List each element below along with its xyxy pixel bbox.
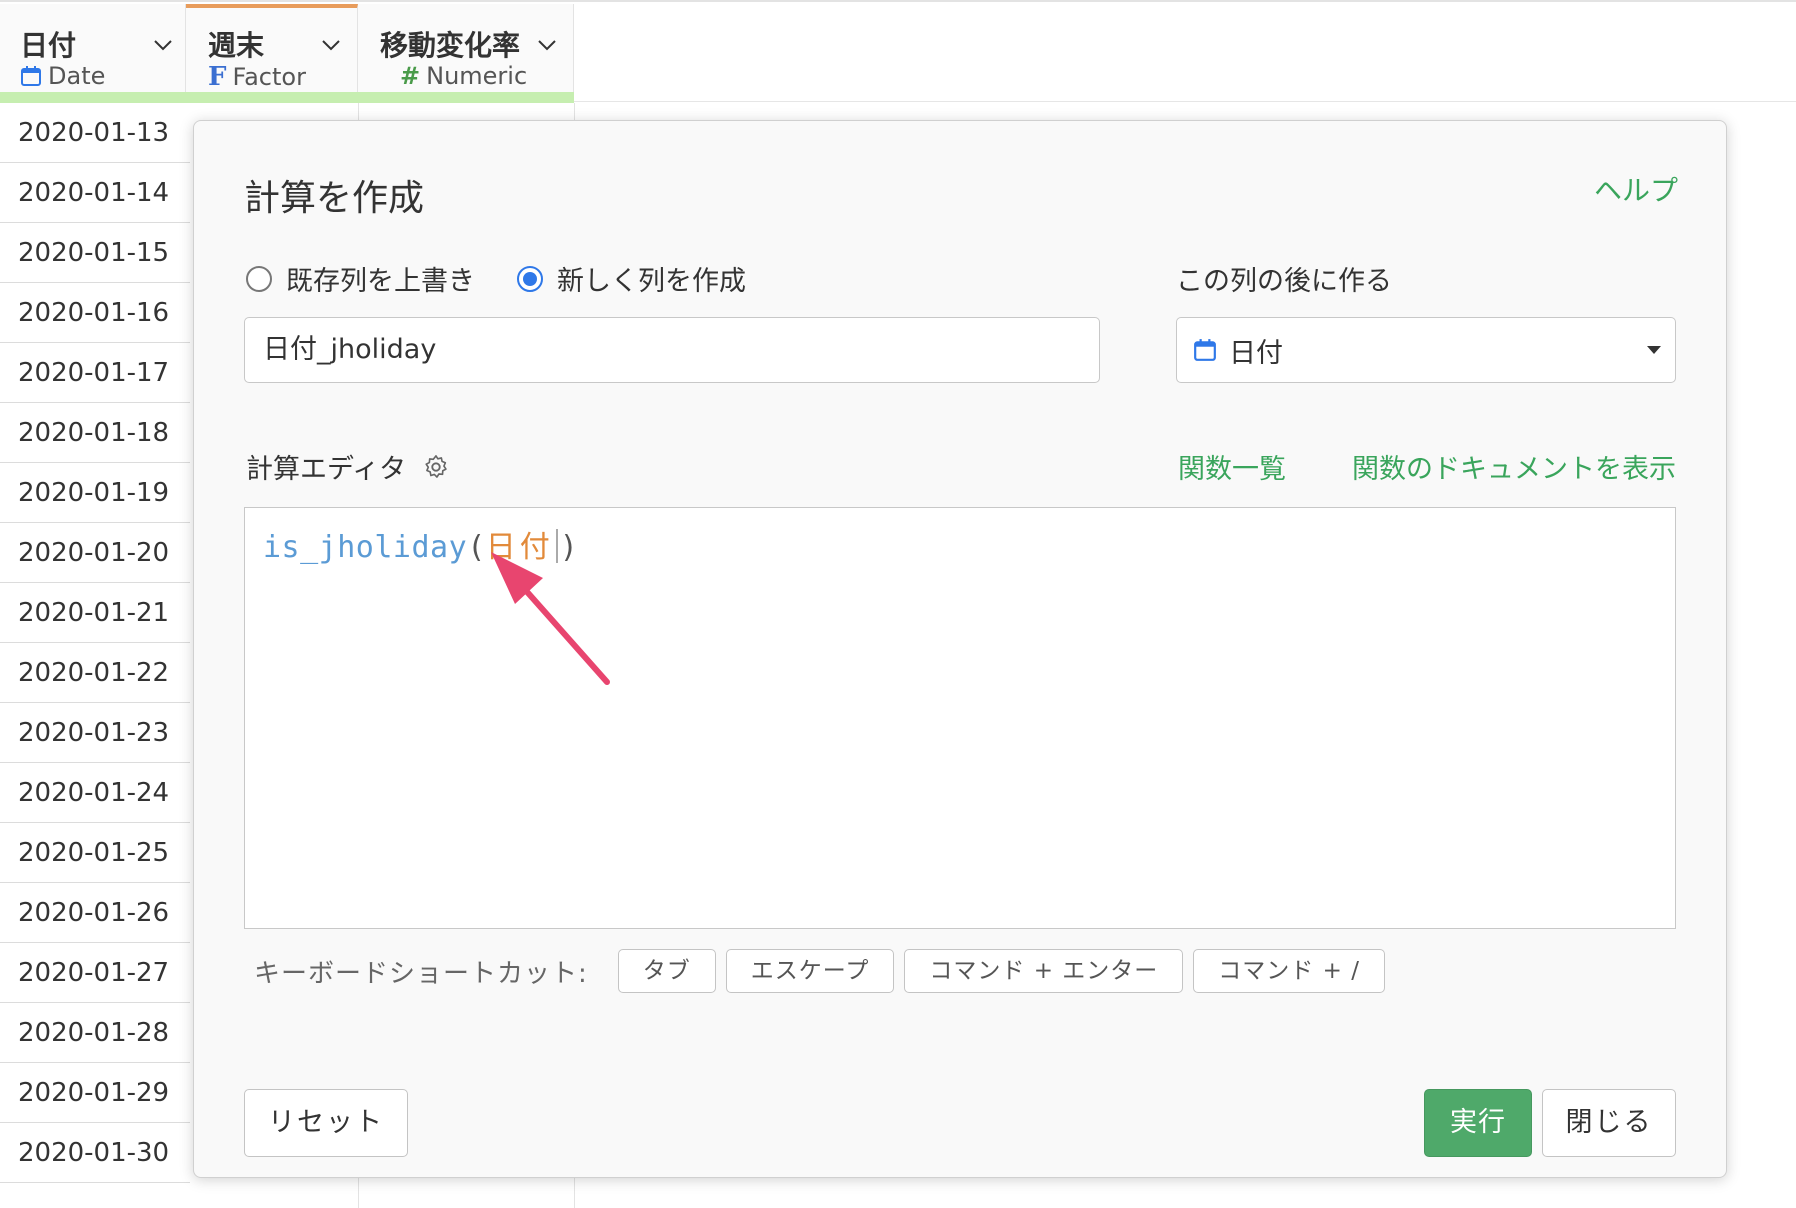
- header-highlight-bar: [0, 92, 574, 103]
- calculation-editor-label: 計算エディタ: [246, 447, 450, 486]
- table-row[interactable]: 2020-01-18: [0, 403, 190, 463]
- table-row[interactable]: 2020-01-13: [0, 103, 190, 163]
- calendar-icon: [21, 66, 41, 86]
- table-row[interactable]: 2020-01-25: [0, 823, 190, 883]
- table-row[interactable]: 2020-01-30: [0, 1123, 190, 1183]
- table-row[interactable]: 2020-01-22: [0, 643, 190, 703]
- reset-button[interactable]: リセット: [244, 1089, 408, 1157]
- shortcut-command-enter[interactable]: コマンド + エンター: [904, 949, 1184, 993]
- chevron-down-icon[interactable]: [320, 34, 342, 56]
- table-row[interactable]: 2020-01-21: [0, 583, 190, 643]
- run-button[interactable]: 実行: [1424, 1089, 1532, 1157]
- shortcut-escape[interactable]: エスケープ: [725, 949, 895, 993]
- column-type: Date: [20, 62, 105, 90]
- help-link[interactable]: ヘルプ: [1594, 169, 1678, 209]
- dialog-title: 計算を作成: [244, 178, 425, 219]
- column-header-weekend[interactable]: 週末 F Factor: [186, 4, 358, 102]
- table-row[interactable]: 2020-01-16: [0, 283, 190, 343]
- table-row[interactable]: 2020-01-15: [0, 223, 190, 283]
- function-list-link[interactable]: 関数一覧: [1178, 447, 1286, 486]
- table-row[interactable]: 2020-01-29: [0, 1063, 190, 1123]
- column-title: 日付: [20, 29, 77, 62]
- table-row[interactable]: 2020-01-20: [0, 523, 190, 583]
- after-column-value: 日付: [1229, 337, 1283, 369]
- shortcut-tab[interactable]: タブ: [617, 949, 716, 993]
- radio-new-column[interactable]: [517, 265, 543, 292]
- chevron-down-icon[interactable]: [536, 34, 558, 56]
- after-column-label: この列の後に作る: [1176, 266, 1392, 297]
- column-mode-radio-group: 既存列を上書き 新しく列を作成: [246, 259, 788, 298]
- column-title: 移動変化率: [380, 29, 521, 62]
- after-column-select[interactable]: 日付: [1176, 317, 1676, 383]
- column-type: # Numeric: [400, 62, 527, 90]
- table-row[interactable]: 2020-01-23: [0, 703, 190, 763]
- radio-new-column-label[interactable]: 新しく列を作成: [557, 259, 746, 298]
- column-title: 週末: [208, 29, 265, 62]
- factor-icon: F: [208, 62, 227, 92]
- date-column-cells: 2020-01-13 2020-01-14 2020-01-15 2020-01…: [0, 103, 190, 1183]
- table-row[interactable]: 2020-01-27: [0, 943, 190, 1003]
- table-row[interactable]: 2020-01-17: [0, 343, 190, 403]
- code-open-paren: (: [467, 530, 486, 565]
- table-header: 日付 Date 週末 F Factor 移動変化率 # Numeric: [0, 4, 1796, 103]
- close-button[interactable]: 閉じる: [1542, 1089, 1676, 1157]
- table-row[interactable]: 2020-01-28: [0, 1003, 190, 1063]
- calculation-editor[interactable]: is_jholiday(日付): [244, 507, 1676, 929]
- column-type: F Factor: [208, 62, 306, 92]
- caret-down-icon: [1647, 346, 1661, 354]
- keyboard-shortcuts: キーボードショートカット: タブ エスケープ コマンド + エンター コマンド …: [254, 949, 1395, 993]
- table-row[interactable]: 2020-01-19: [0, 463, 190, 523]
- column-header-moving-change-rate[interactable]: 移動変化率 # Numeric: [358, 4, 574, 102]
- table-row[interactable]: 2020-01-26: [0, 883, 190, 943]
- column-type-label: Numeric: [426, 62, 528, 90]
- radio-overwrite[interactable]: [246, 265, 272, 292]
- column-type-label: Date: [48, 62, 106, 90]
- numeric-icon: #: [400, 62, 421, 90]
- code-function: is_jholiday: [263, 530, 468, 565]
- annotation-arrow-icon: [491, 552, 610, 685]
- shortcut-label: キーボードショートカット:: [254, 958, 588, 989]
- chevron-down-icon[interactable]: [152, 34, 174, 56]
- table-row[interactable]: 2020-01-24: [0, 763, 190, 823]
- create-calculation-dialog: 計算を作成 ヘルプ 既存列を上書き 新しく列を作成 この列の後に作る 日付_jh…: [193, 120, 1727, 1178]
- radio-overwrite-label[interactable]: 既存列を上書き: [286, 259, 475, 298]
- editor-label-text: 計算エディタ: [246, 454, 407, 485]
- column-header-date[interactable]: 日付 Date: [0, 4, 186, 102]
- function-doc-link[interactable]: 関数のドキュメントを表示: [1352, 447, 1676, 486]
- calendar-icon: [1194, 339, 1216, 361]
- gear-icon[interactable]: [422, 453, 450, 481]
- new-column-name-input[interactable]: 日付_jholiday: [244, 317, 1100, 383]
- column-type-label: Factor: [232, 63, 306, 91]
- table-row[interactable]: 2020-01-14: [0, 163, 190, 223]
- shortcut-command-slash[interactable]: コマンド + /: [1193, 949, 1385, 993]
